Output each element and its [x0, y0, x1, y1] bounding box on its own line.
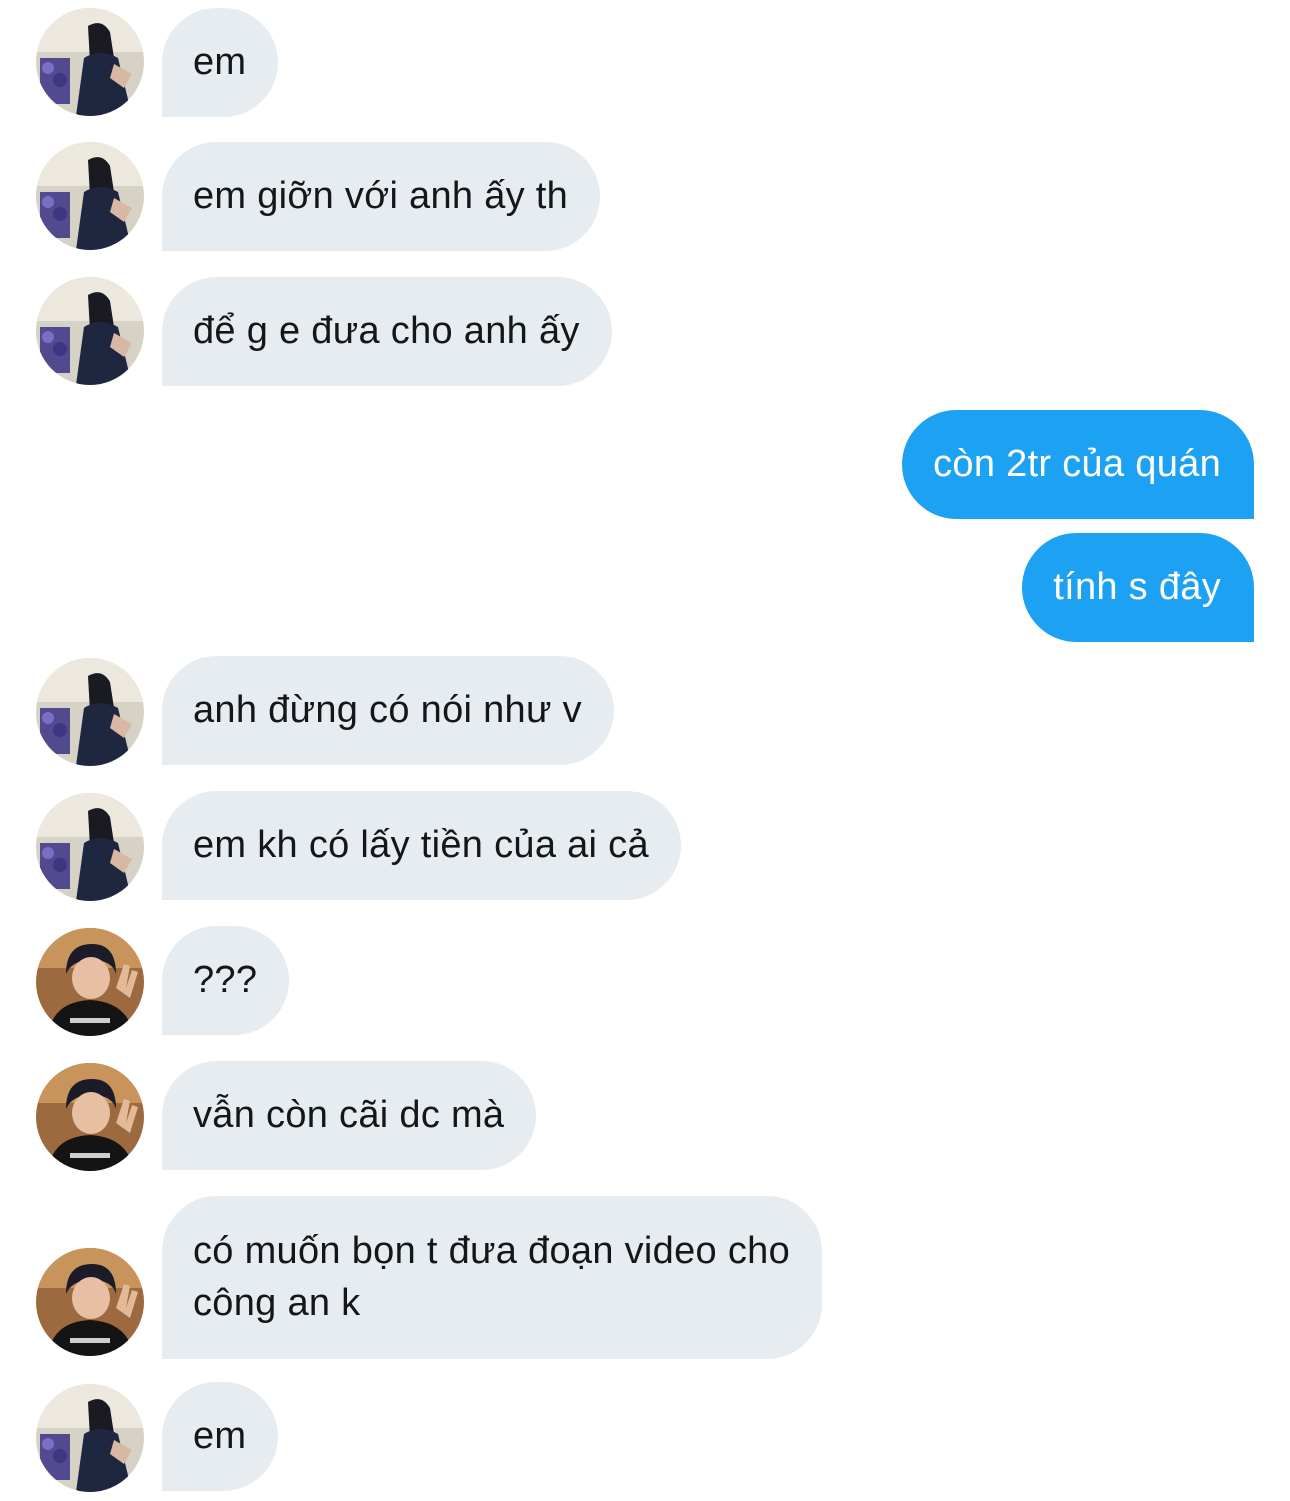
message-bubble-incoming[interactable]: em kh có lấy tiền của ai cả	[162, 791, 681, 900]
avatar-female-user[interactable]	[36, 142, 144, 250]
message-bubble-incoming[interactable]: để g e đưa cho anh ấy	[162, 277, 612, 386]
profile-photo-man-icon	[36, 928, 144, 1036]
avatar-male-user[interactable]	[36, 1063, 144, 1171]
message-bubble-incoming[interactable]: vẫn còn cãi dc mà	[162, 1061, 537, 1170]
avatar-female-user[interactable]	[36, 1384, 144, 1492]
message-bubble-incoming[interactable]: em	[162, 1382, 279, 1491]
message-bubble-outgoing[interactable]: còn 2tr của quán	[902, 410, 1254, 519]
message-bubble-incoming[interactable]: em giỡn với anh ấy th	[162, 142, 601, 251]
profile-photo-woman-icon	[36, 142, 144, 250]
message-bubble-incoming[interactable]: anh đừng có nói như v	[162, 656, 614, 765]
message-bubble-incoming[interactable]: ???	[162, 926, 290, 1035]
avatar-female-user[interactable]	[36, 658, 144, 766]
profile-photo-woman-icon	[36, 277, 144, 385]
profile-photo-woman-icon	[36, 793, 144, 901]
profile-photo-man-icon	[36, 1063, 144, 1171]
avatar-female-user[interactable]	[36, 277, 144, 385]
avatar-male-user[interactable]	[36, 928, 144, 1036]
avatar-female-user[interactable]	[36, 8, 144, 116]
message-bubble-incoming[interactable]: em	[162, 8, 279, 117]
message-line: công an k	[193, 1282, 361, 1324]
profile-photo-woman-icon	[36, 658, 144, 766]
avatar-female-user[interactable]	[36, 793, 144, 901]
message-bubble-incoming[interactable]: có muốn bọn t đưa đoạn video cho công an…	[162, 1196, 823, 1359]
avatar-male-user[interactable]	[36, 1248, 144, 1356]
profile-photo-woman-icon	[36, 1384, 144, 1492]
message-line: có muốn bọn t đưa đoạn video cho	[193, 1230, 791, 1272]
message-thread: em em giỡn với anh ấy th để g e đưa cho …	[0, 0, 1290, 1501]
profile-photo-man-icon	[36, 1248, 144, 1356]
profile-photo-woman-icon	[36, 8, 144, 116]
message-bubble-outgoing[interactable]: tính s đây	[1022, 533, 1254, 642]
